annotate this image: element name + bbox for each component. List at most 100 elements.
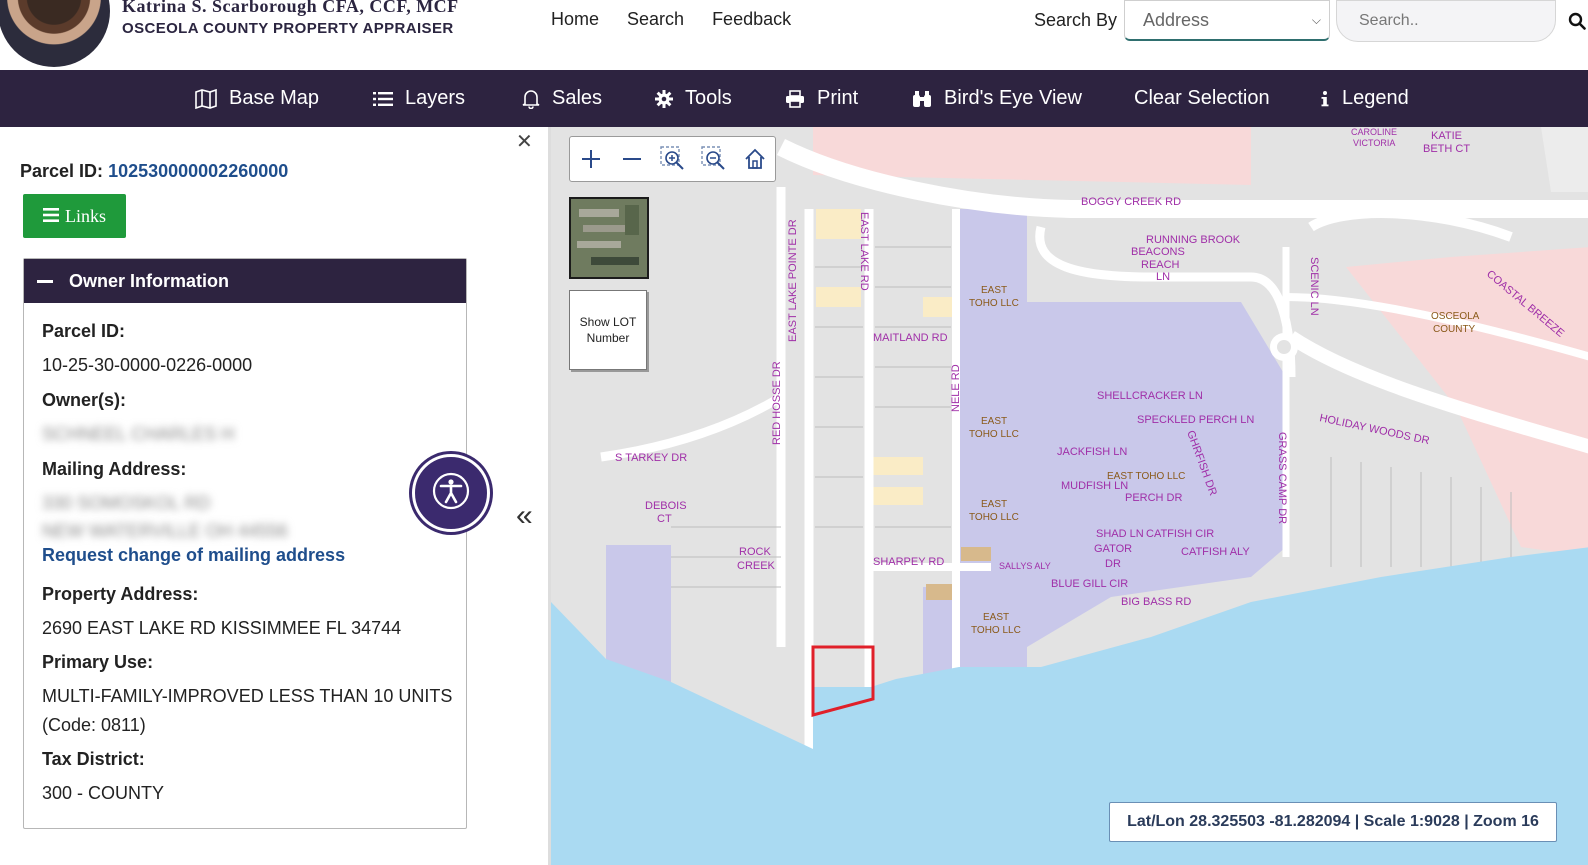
accessibility-icon <box>432 472 470 515</box>
links-label: Links <box>64 205 106 226</box>
field-parcel-id: Parcel ID: 10-25-30-0000-0226-0000 <box>42 321 252 380</box>
map-label-toho-llc-2: TOHO LLC <box>969 429 1019 440</box>
map-label-sallys-aly: SALLYS ALY <box>999 561 1051 571</box>
owners-value: SCHNEEL CHARLES H <box>42 424 235 444</box>
bell-icon <box>522 89 540 109</box>
search-input[interactable] <box>1337 11 1568 31</box>
layers-button[interactable]: Layers <box>373 70 465 127</box>
clear-selection-button[interactable]: Clear Selection <box>1134 70 1270 127</box>
tools-button[interactable]: Tools <box>655 70 732 127</box>
map-toolbar: Base Map Layers Sales Tools Print Bird's… <box>0 70 1588 127</box>
tools-label: Tools <box>685 87 732 109</box>
mailing-address-label: Mailing Address: <box>42 459 187 479</box>
info-icon <box>1320 90 1330 108</box>
zoom-box-out-icon[interactable] <box>693 137 734 181</box>
gear-icon <box>655 89 673 108</box>
show-lot-number-button[interactable]: Show LOT Number <box>569 290 647 370</box>
accessibility-button[interactable] <box>412 454 490 532</box>
map-label-katie: KATIE <box>1431 130 1462 142</box>
clear-selection-label: Clear Selection <box>1134 87 1270 109</box>
print-label: Print <box>817 87 859 109</box>
parcel-map[interactable]: BOGGY CREEK RD RUNNING BROOK BEACONS REA… <box>548 127 1588 865</box>
sales-label: Sales <box>552 87 603 109</box>
parcel-id-value: 10-25-30-0000-0226-0000 <box>42 355 253 375</box>
top-nav: Home Search Feedback <box>551 9 791 30</box>
request-mailing-change-link[interactable]: Request change of mailing address <box>42 545 345 566</box>
birds-eye-view-label: Bird's Eye View <box>944 87 1082 109</box>
map-icon <box>195 88 217 109</box>
print-button[interactable]: Print <box>785 70 858 127</box>
map-label-grass-camp: GRASS CAMP DR <box>1276 432 1288 524</box>
map-label-east-toho-2: EAST <box>981 416 1007 427</box>
parcel-id-link[interactable]: 102530000002260000 <box>108 161 288 181</box>
legend-button[interactable]: Legend <box>1320 70 1409 127</box>
links-button[interactable]: Links <box>23 194 126 238</box>
nav-feedback[interactable]: Feedback <box>712 9 791 30</box>
layers-label: Layers <box>405 87 466 109</box>
map-label-jackfish: JACKFISH LN <box>1057 446 1127 458</box>
owner-information-title: Owner Information <box>69 270 230 291</box>
search-icon[interactable] <box>1568 1 1586 41</box>
map-label-east-toho-llc: EAST TOHO LLC <box>1107 471 1185 482</box>
field-owners: Owner(s): SCHNEEL CHARLES H <box>42 390 234 449</box>
legend-label: Legend <box>1342 87 1409 109</box>
birds-eye-view-button[interactable]: Bird's Eye View <box>912 70 1082 127</box>
zoom-box-in-icon[interactable] <box>652 137 693 181</box>
layers-icon <box>373 91 393 107</box>
sales-button[interactable]: Sales <box>522 70 602 127</box>
satellite-basemap-thumbnail[interactable] <box>569 197 649 279</box>
base-map-button[interactable]: Base Map <box>195 70 319 127</box>
map-label-toho-llc-3: TOHO LLC <box>969 512 1019 523</box>
map-label-maitland: MAITLAND RD <box>873 332 948 344</box>
search-by-label: Search By <box>1034 10 1118 30</box>
map-label-toho-llc-1: TOHO LLC <box>969 298 1019 309</box>
appraiser-photo <box>0 0 110 67</box>
map-label-osceola: OSCEOLA <box>1431 311 1480 322</box>
home-extent-icon[interactable] <box>734 137 775 181</box>
nav-search[interactable]: Search <box>627 9 684 30</box>
menu-icon <box>42 206 59 227</box>
parcel-details-panel: ✕ Parcel ID: 102530000002260000 Links Ow… <box>0 127 548 865</box>
map-label-beth-ct: BETH CT <box>1423 143 1470 155</box>
primary-use-code: (Code: 0811) <box>42 715 146 735</box>
chevron-down-icon: ⌵ <box>1311 12 1321 27</box>
map-label-big-bass: BIG BASS RD <box>1121 596 1191 608</box>
map-label-east-lake-rd: EAST LAKE RD <box>858 212 870 291</box>
collapse-panel-icon[interactable]: « <box>516 499 533 533</box>
map-label-running-brook: RUNNING BROOK <box>1146 234 1241 246</box>
map-zoom-toolbar <box>569 136 776 182</box>
binoculars-icon <box>912 90 932 108</box>
map-label-red-horse: RED HOSSE DR <box>771 361 783 445</box>
map-label-perch-dr: PERCH DR <box>1125 492 1183 504</box>
owner-information-card: Owner Information Parcel ID: 10-25-30-00… <box>23 258 467 829</box>
collapse-minus-icon <box>37 279 53 283</box>
app-header: Katrina S. Scarborough CFA, CCF, MCF OSC… <box>0 0 1588 70</box>
map-status-bar: Lat/Lon 28.325503 -81.282094 | Scale 1:9… <box>1109 802 1557 842</box>
map-label-speckled-perch: SPECKLED PERCH LN <box>1137 414 1254 426</box>
map-label-toho-llc-4: TOHO LLC <box>971 625 1021 636</box>
zoom-out-icon[interactable] <box>611 137 652 181</box>
map-label-sharpey: SHARPEY RD <box>873 556 944 568</box>
map-label-county: COUNTY <box>1433 324 1476 335</box>
search-box <box>1336 0 1586 42</box>
map-label-victoria: VICTORIA <box>1353 138 1395 148</box>
zoom-in-icon[interactable] <box>570 137 611 181</box>
primary-use-label: Primary Use: <box>42 652 154 672</box>
owner-information-header[interactable]: Owner Information <box>24 259 466 303</box>
map-label-shellcracker: SHELLCRACKER LN <box>1097 390 1203 402</box>
field-primary-use: Primary Use: MULTI-FAMILY-IMPROVED LESS … <box>42 652 452 740</box>
map-label-east-toho-4: EAST <box>983 612 1009 623</box>
office-title: OSCEOLA COUNTY PROPERTY APPRAISER <box>122 20 454 37</box>
map-label-boggy-creek: BOGGY CREEK RD <box>1081 196 1181 208</box>
map-label-starkey: S TARKEY DR <box>615 452 687 464</box>
nav-home[interactable]: Home <box>551 9 599 30</box>
map-label-creek: CREEK <box>737 560 776 572</box>
map-label-gator: GATOR <box>1094 543 1132 555</box>
map-label-east-lake-pointe: EAST LAKE POINTE DR <box>787 219 799 342</box>
parcel-id-label: Parcel ID: <box>42 321 126 341</box>
field-property-address: Property Address: 2690 EAST LAKE RD KISS… <box>42 584 401 643</box>
search-by-select[interactable]: Address ⌵ <box>1124 0 1330 41</box>
close-panel-icon[interactable]: ✕ <box>516 129 533 154</box>
parcel-id-heading-label: Parcel ID: <box>20 161 104 181</box>
primary-use-value: MULTI-FAMILY-IMPROVED LESS THAN 10 UNITS <box>42 686 453 706</box>
